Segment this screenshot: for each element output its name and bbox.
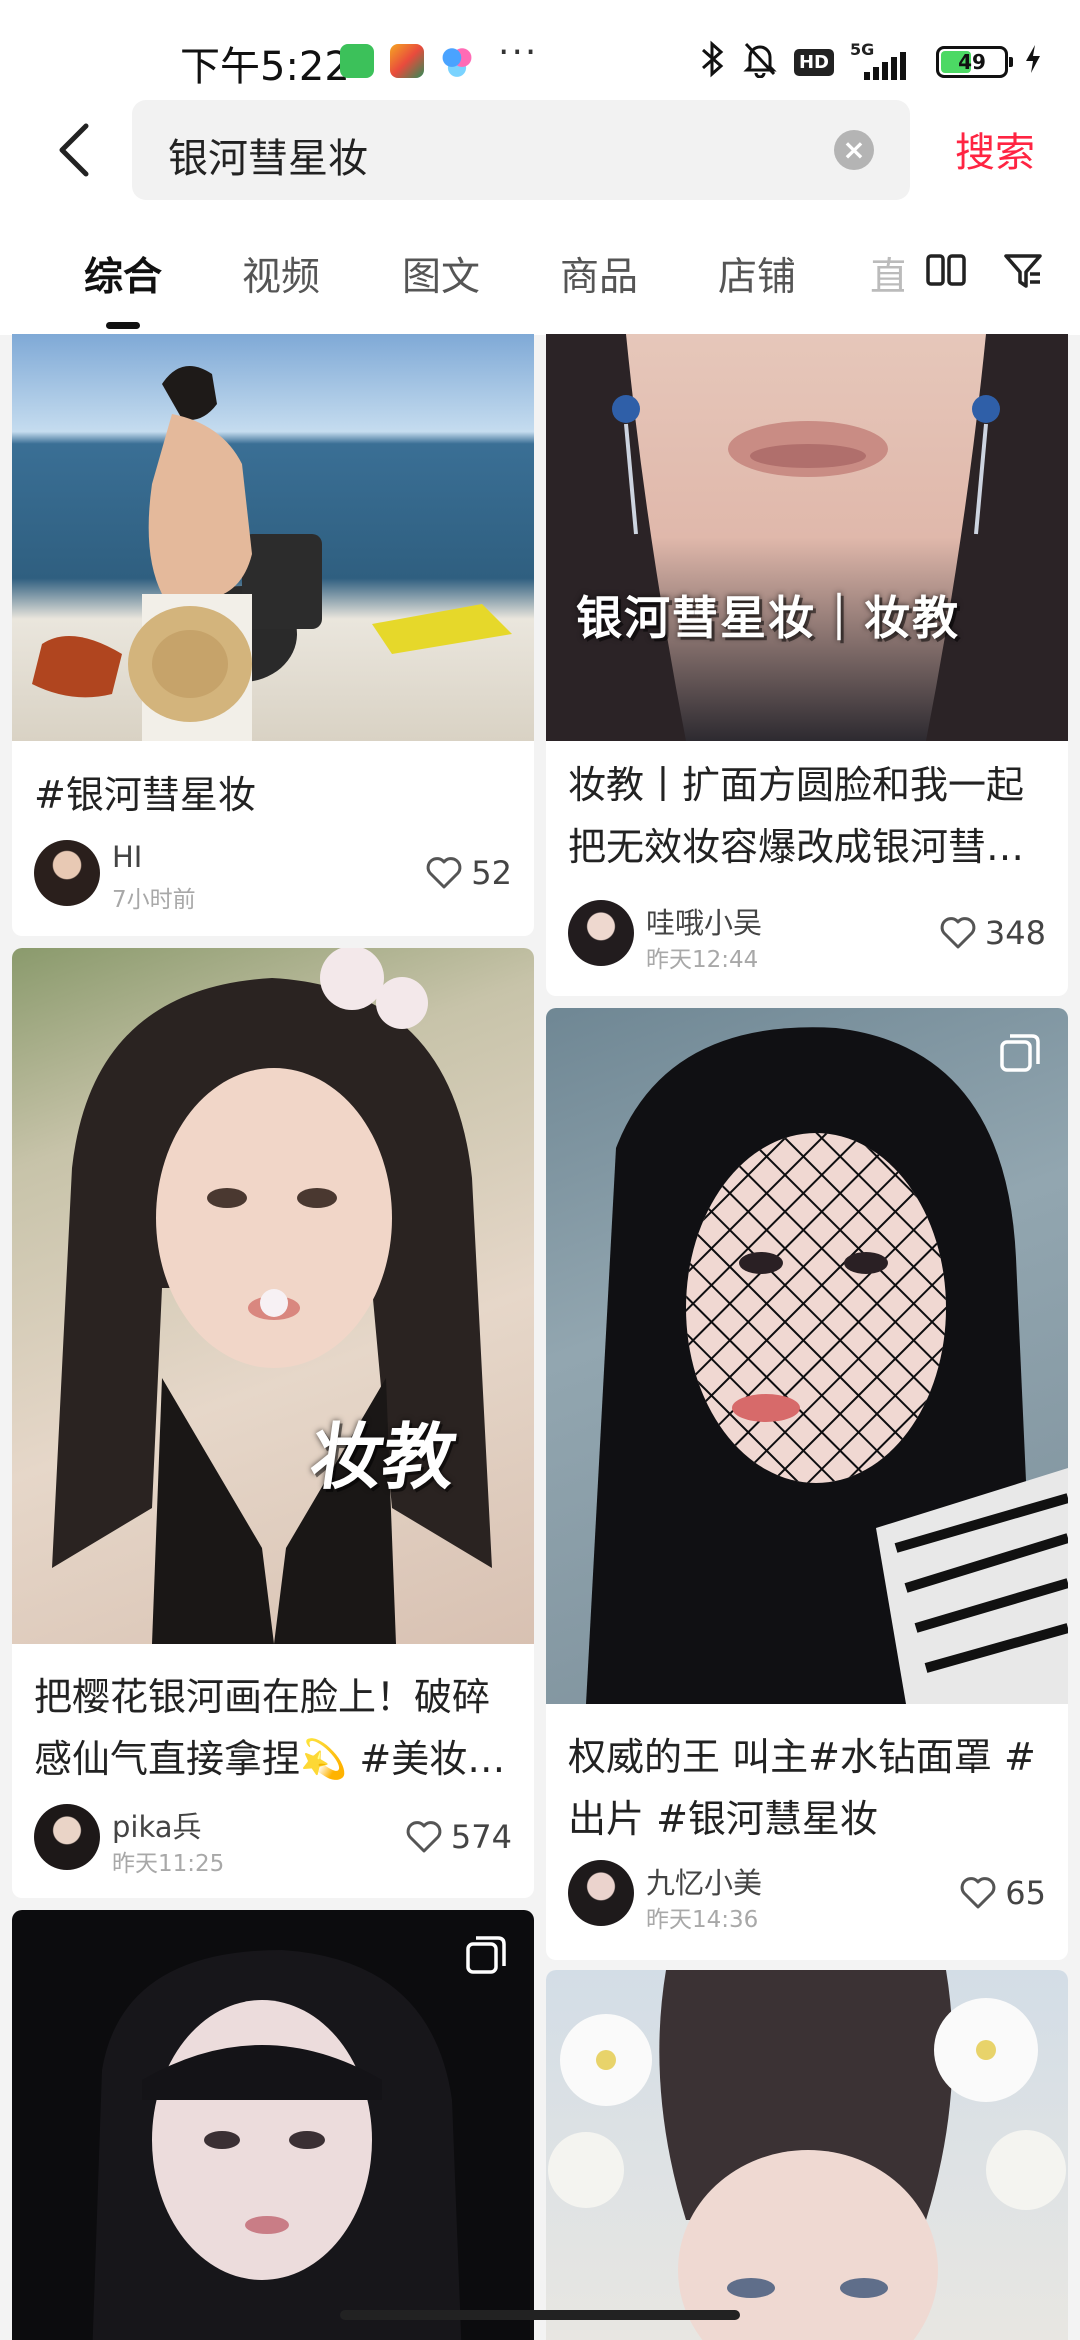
back-button[interactable] [42, 112, 106, 188]
avatar[interactable] [34, 1804, 100, 1870]
face-closeup-illustration [546, 334, 1068, 741]
filter-icon[interactable] [1002, 250, 1044, 292]
search-query-text: 银河彗星妆 [168, 136, 368, 182]
like-count: 65 [1005, 1874, 1046, 1912]
cover-image [546, 1008, 1068, 1704]
active-tab-indicator [106, 322, 140, 329]
card-title: 权威的王 叫主#水钻面罩 #出片 #银河慧星妆 [568, 1735, 1036, 1841]
notification-app-icon [340, 44, 374, 78]
author-name[interactable]: 哇哦小吴 [646, 900, 762, 942]
cover-image [12, 1910, 534, 2340]
chevron-left-icon [59, 123, 89, 177]
tab-live[interactable]: 直 [870, 246, 904, 302]
battery-icon: 49 [936, 46, 1013, 78]
cover-image: 银河彗星妆｜妆教 [546, 334, 1068, 741]
post-time: 昨天12:44 [646, 947, 759, 973]
card-title: 妆教丨扩面方圆脸和我一起把无效妆容爆改成银河彗… [568, 763, 1025, 869]
heart-icon [406, 1821, 442, 1853]
flower-portrait-illustration [548, 1970, 1066, 2340]
search-button[interactable]: 搜索 [955, 120, 1035, 178]
like-button[interactable]: 52 [425, 854, 512, 892]
post-time: 昨天14:36 [646, 1907, 759, 1933]
header: 下午5:22 ··· HD 5G 49 银河彗星妆 × 搜索 综合 视频 图文 … [0, 0, 1080, 335]
avatar[interactable] [568, 900, 634, 966]
tab-products[interactable]: 商品 [560, 246, 638, 302]
clear-icon[interactable]: × [834, 130, 874, 170]
like-button[interactable]: 65 [959, 1874, 1046, 1912]
feed-card[interactable]: 银河彗星妆｜妆教 妆教丨扩面方圆脸和我一起把无效妆容爆改成银河彗… 哇哦小吴 昨… [546, 334, 1068, 996]
feed-card[interactable] [546, 1970, 1068, 2340]
mute-bell-icon [742, 40, 778, 84]
cover-overlay-text: 妆教 [305, 1415, 462, 1499]
status-time: 下午5:22 [180, 44, 350, 90]
bluetooth-icon [700, 40, 726, 84]
author-name[interactable]: HI [112, 840, 142, 874]
result-tabs: 综合 视频 图文 商品 店铺 直 [0, 238, 1080, 329]
charging-icon [1024, 43, 1042, 81]
home-indicator[interactable] [340, 2310, 740, 2320]
heart-icon [940, 917, 976, 949]
more-notifications-icon: ··· [498, 32, 539, 73]
multi-image-icon [1000, 1034, 1040, 1072]
hd-badge: HD [793, 48, 834, 76]
feed-card[interactable]: 权威的王 叫主#水钻面罩 #出片 #银河慧星妆 九忆小美 昨天14:36 65 [546, 1008, 1068, 1960]
post-time: 7小时前 [112, 887, 196, 913]
like-button[interactable]: 348 [939, 914, 1046, 952]
feed-card[interactable]: 妆教 把樱花银河画在脸上！破碎感仙气直接拿捏💫 #美妆… pika兵 昨天11:… [12, 948, 534, 1898]
heart-icon [960, 1877, 996, 1909]
like-count: 52 [471, 854, 512, 892]
portrait-illustration [52, 948, 492, 1644]
avatar[interactable] [34, 840, 100, 906]
author-name[interactable]: 九忆小美 [646, 1860, 762, 1902]
tab-video[interactable]: 视频 [242, 246, 320, 302]
cover-image: 妆教 [12, 948, 534, 1644]
search-input[interactable]: 银河彗星妆 × [132, 100, 910, 200]
search-results-screen: 下午5:22 ··· HD 5G 49 银河彗星妆 × 搜索 综合 视频 图文 … [0, 0, 1080, 2340]
post-time: 昨天11:25 [112, 1851, 225, 1877]
tab-shops[interactable]: 店铺 [718, 246, 796, 302]
notification-app-icon [440, 44, 474, 78]
heart-icon [426, 857, 462, 889]
cover-image [546, 1970, 1068, 2340]
like-count: 574 [450, 1818, 512, 1856]
avatar[interactable] [568, 1860, 634, 1926]
tab-all[interactable]: 综合 [84, 246, 162, 302]
signal-icon: 5G [850, 40, 920, 80]
battery-level: 49 [958, 50, 986, 74]
cover-overlay-text: 银河彗星妆｜妆教 [576, 591, 960, 645]
cover-image [12, 334, 534, 741]
notification-app-icon [390, 44, 424, 78]
status-bar: 下午5:22 ··· HD 5G 49 [0, 0, 1080, 100]
boat-scene-illustration [32, 366, 512, 741]
feed-card[interactable] [12, 1910, 534, 2340]
like-count: 348 [984, 914, 1046, 952]
feed-card[interactable]: #银河彗星妆 HI 7小时前 52 [12, 334, 534, 936]
card-title: #银河彗星妆 [34, 773, 256, 817]
status-indicators: HD 5G 49 [700, 40, 1042, 84]
tab-image-text[interactable]: 图文 [402, 246, 480, 302]
author-name[interactable]: pika兵 [112, 1804, 202, 1846]
portrait-illustration [92, 1950, 462, 2340]
multi-image-icon [466, 1936, 506, 1974]
double-column-icon[interactable] [925, 250, 967, 292]
mesh-mask-portrait-illustration [586, 1027, 1068, 1704]
like-button[interactable]: 574 [405, 1818, 512, 1856]
card-title: 把樱花银河画在脸上！破碎感仙气直接拿捏💫 #美妆… [34, 1675, 506, 1781]
